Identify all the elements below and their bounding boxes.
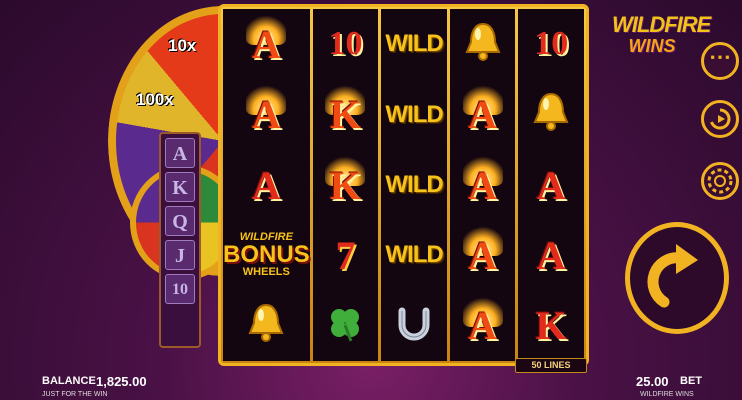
balance-value: 1,825.00 [96,374,147,389]
fire-letter-symbol: K [329,162,362,208]
autoplay-button[interactable] [701,100,739,138]
side-symbol: J [165,240,195,270]
reel-cell: 10 [313,9,379,79]
reel-cell: A [450,79,516,149]
menu-button[interactable]: ⋯ [701,42,739,80]
number-symbol: 10 [328,25,363,63]
fire-letter-symbol: K [329,92,362,138]
reel-5: 10 A A K [518,9,584,361]
horseshoe-icon [394,305,434,346]
wild-symbol: WILD [385,171,443,199]
more-dots-icon: ⋯ [709,44,731,69]
chip-icon [707,168,733,194]
fire-letter-symbol: A [251,92,281,138]
reel-cell: WILDFIRE BONUS WHEELS [223,220,310,290]
reel-cell: K [313,79,379,149]
lines-label: 50 LINES [515,358,587,373]
seven-symbol: 7 [335,232,356,278]
reel-grid: A A A WILDFIRE BONUS WHEELS 10 K K 7 WILD WILD WILD W… [223,9,584,361]
bell-icon [244,301,288,350]
reel-cell: A [223,79,310,149]
wheel-segment-label: 100x [136,90,174,109]
reel-2: 10 K K 7 [312,9,379,361]
letter-symbol: A [536,162,566,208]
letter-symbol: K [535,303,567,349]
reel-cell: A [223,9,310,79]
reel-cell: K [313,150,379,220]
game-name: WILDFIRE WINS [640,391,694,398]
reel-cell [313,291,379,361]
reel-cell: K [518,291,584,361]
bet-label: BET [680,375,702,387]
bell-icon [529,90,573,139]
bell-icon [461,20,505,69]
reel-1: A A A WILDFIRE BONUS WHEELS [223,9,310,361]
reel-cell [518,79,584,149]
fire-letter-symbol: A [468,303,498,349]
reel-cell: WILD [381,9,447,79]
bet-chip-button[interactable] [701,162,739,200]
reel-cell: 10 [518,9,584,79]
reel-cell [381,291,447,361]
reel-cell: A [450,150,516,220]
tagline: JUST FOR THE WIN [42,391,108,398]
side-symbol: 10 [165,274,195,304]
balance-label: BALANCE [42,375,96,387]
logo-line-2: WINS [628,36,676,56]
bonus-text-main: BONUS [223,241,310,269]
autoplay-icon [710,108,731,130]
reel-cell: A [518,150,584,220]
reel-cell: A [223,150,310,220]
reel-cell: A [518,220,584,290]
side-symbol-column: A K Q J 10 [159,132,201,348]
fire-letter-symbol: A [468,232,498,278]
fire-letter-symbol: A [468,92,498,138]
game-logo: WILDFIRE WINS [612,12,711,76]
reel-frame: A A A WILDFIRE BONUS WHEELS 10 K K 7 WILD WILD WILD W… [218,4,589,366]
reel-cell [450,9,516,79]
bonus-text-bottom: WHEELS [242,266,290,279]
reel-cell [223,291,310,361]
wild-symbol: WILD [385,241,443,269]
number-symbol: 10 [534,25,569,63]
reel-4: AAAA [449,9,516,361]
spin-button[interactable] [625,222,729,334]
bonus-wheels-symbol: WILDFIRE BONUS WHEELS [223,232,310,278]
fire-letter-symbol: A [251,21,281,67]
side-symbol: Q [165,206,195,236]
wheel-segment-label: 10x [168,36,197,55]
clover-icon [325,303,365,348]
bet-value: 25.00 [636,374,669,389]
wild-symbol: WILD [385,30,443,58]
reel-cell: WILD [381,79,447,149]
side-symbol: A [165,138,195,168]
reel-cell: WILD [381,220,447,290]
fire-letter-symbol: A [468,162,498,208]
reel-cell: A [450,291,516,361]
logo-line-1: WILDFIRE [612,12,711,37]
reel-cell: 7 [313,220,379,290]
side-symbol: K [165,172,195,202]
reel-3: WILD WILD WILD WILD [381,9,447,361]
spin-arrow-icon [647,244,698,308]
wild-symbol: WILD [385,100,443,128]
letter-symbol: A [536,232,566,278]
reel-cell: WILD [381,150,447,220]
reel-cell: A [450,220,516,290]
letter-symbol: A [251,162,281,208]
